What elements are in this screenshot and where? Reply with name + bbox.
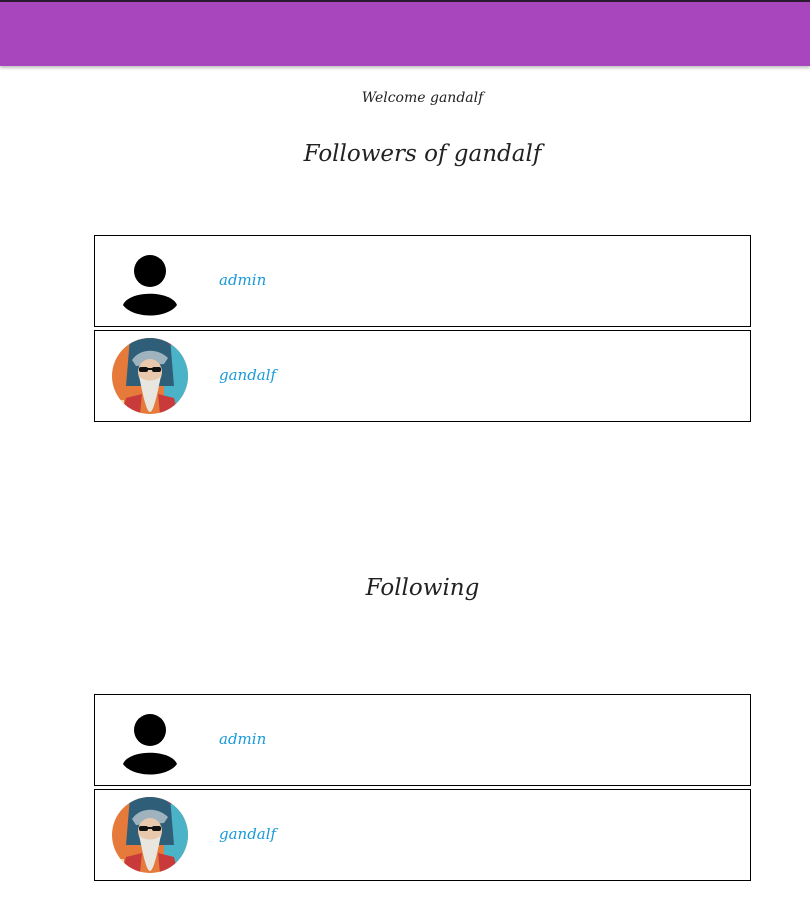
- following-card-admin: admin: [94, 694, 751, 786]
- default-person-icon: [123, 714, 177, 775]
- following-username-link[interactable]: gandalf: [219, 825, 276, 843]
- default-person-icon: [123, 255, 177, 316]
- following-card-gandalf: gandalf: [94, 789, 751, 881]
- followers-heading: Followers of gandalf: [303, 141, 542, 167]
- following-heading: Following: [365, 575, 480, 601]
- following-username-link[interactable]: admin: [219, 730, 266, 748]
- top-app-bar: [0, 0, 810, 66]
- welcome-message: Welcome gandalf: [361, 90, 484, 106]
- wizard-portrait-avatar: [112, 797, 188, 873]
- wizard-portrait-avatar: [112, 338, 188, 414]
- follower-card-gandalf: gandalf: [94, 330, 751, 422]
- follower-username-link[interactable]: admin: [219, 271, 266, 289]
- follower-username-link[interactable]: gandalf: [219, 366, 276, 384]
- follower-card-admin: admin: [94, 235, 751, 327]
